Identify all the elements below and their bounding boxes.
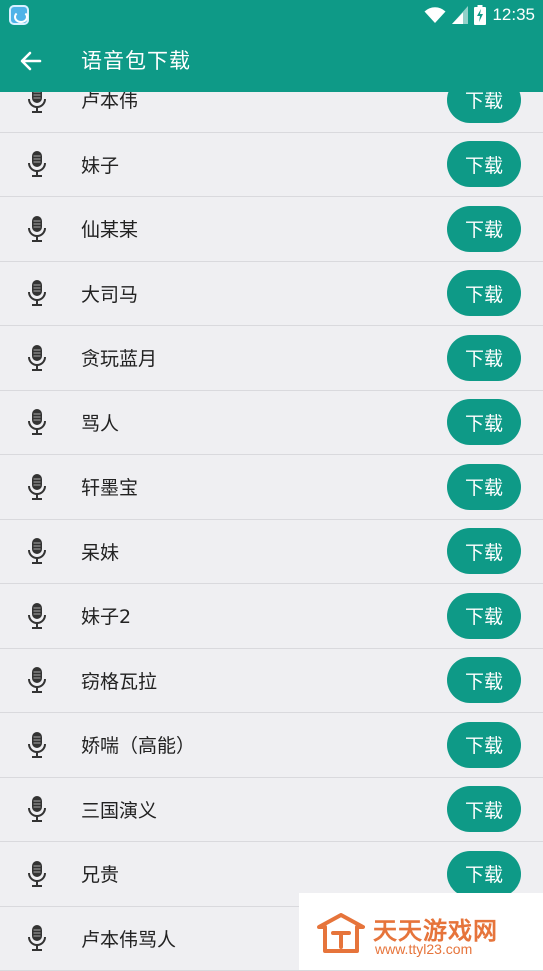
voice-pack-name: 窃格瓦拉 (81, 649, 157, 713)
page-title: 语音包下载 (81, 30, 191, 92)
microphone-icon (26, 150, 48, 178)
download-button[interactable]: 下载 (447, 722, 521, 768)
download-button[interactable]: 下载 (447, 141, 521, 187)
microphone-icon (26, 473, 48, 501)
download-button[interactable]: 下载 (447, 206, 521, 252)
status-time: 12:35 (492, 5, 535, 25)
download-button[interactable]: 下载 (447, 851, 521, 897)
list-item: 妹子2 下载 (0, 584, 543, 649)
list-item: 骂人 下载 (0, 391, 543, 456)
voice-pack-name: 三国演义 (81, 778, 157, 842)
download-button[interactable]: 下载 (447, 335, 521, 381)
voice-pack-name: 仙某某 (81, 197, 138, 261)
microphone-icon (26, 602, 48, 630)
download-button[interactable]: 下载 (447, 270, 521, 316)
voice-pack-name: 卢本伟骂人 (81, 907, 176, 971)
watermark-logo-icon (317, 913, 365, 953)
list-item: 窃格瓦拉 下载 (0, 649, 543, 714)
list-item: 妹子 下载 (0, 133, 543, 198)
app-notification-icon (9, 5, 29, 25)
watermark: 天天游戏网 www.ttyl23.com (299, 893, 543, 970)
voice-pack-name: 贪玩蓝月 (81, 326, 157, 390)
microphone-icon (26, 731, 48, 759)
list-item: 呆妹 下载 (0, 520, 543, 585)
download-button[interactable]: 下载 (447, 528, 521, 574)
voice-pack-name: 娇喘（高能） (81, 713, 195, 777)
voice-pack-name: 轩墨宝 (81, 455, 138, 519)
microphone-icon (26, 666, 48, 694)
voice-pack-list[interactable]: 卢本伟下载妹子下载仙某某下载大司马下载贪玩蓝月下载骂人下载轩墨宝下载呆妹下载妹子… (0, 68, 543, 971)
voice-pack-name: 妹子2 (81, 584, 131, 648)
microphone-icon (26, 795, 48, 823)
voice-pack-name: 呆妹 (81, 520, 119, 584)
download-button[interactable]: 下载 (447, 464, 521, 510)
battery-charging-icon (474, 5, 486, 25)
status-bar: 12:35 (0, 0, 543, 30)
microphone-icon (26, 924, 48, 952)
microphone-icon (26, 279, 48, 307)
back-button[interactable] (12, 42, 50, 80)
microphone-icon (26, 860, 48, 888)
voice-pack-name: 兄贵 (81, 842, 119, 906)
voice-pack-name: 大司马 (81, 262, 138, 326)
list-item: 仙某某 下载 (0, 197, 543, 262)
status-icons: 12:35 (424, 0, 535, 30)
list-item: 轩墨宝 下载 (0, 455, 543, 520)
list-item: 贪玩蓝月 下载 (0, 326, 543, 391)
watermark-url: www.ttyl23.com (375, 941, 472, 957)
microphone-icon (26, 408, 48, 436)
list-item: 大司马 下载 (0, 262, 543, 327)
microphone-icon (26, 215, 48, 243)
arrow-left-icon (20, 51, 42, 71)
microphone-icon (26, 344, 48, 372)
signal-icon (452, 6, 468, 24)
wifi-icon (424, 6, 446, 24)
download-button[interactable]: 下载 (447, 657, 521, 703)
voice-pack-name: 妹子 (81, 133, 119, 197)
download-button[interactable]: 下载 (447, 786, 521, 832)
list-item: 娇喘（高能） 下载 (0, 713, 543, 778)
download-button[interactable]: 下载 (447, 399, 521, 445)
voice-pack-name: 骂人 (81, 391, 119, 455)
download-button[interactable]: 下载 (447, 593, 521, 639)
list-item: 三国演义 下载 (0, 778, 543, 843)
microphone-icon (26, 537, 48, 565)
app-bar: 语音包下载 (0, 30, 543, 92)
